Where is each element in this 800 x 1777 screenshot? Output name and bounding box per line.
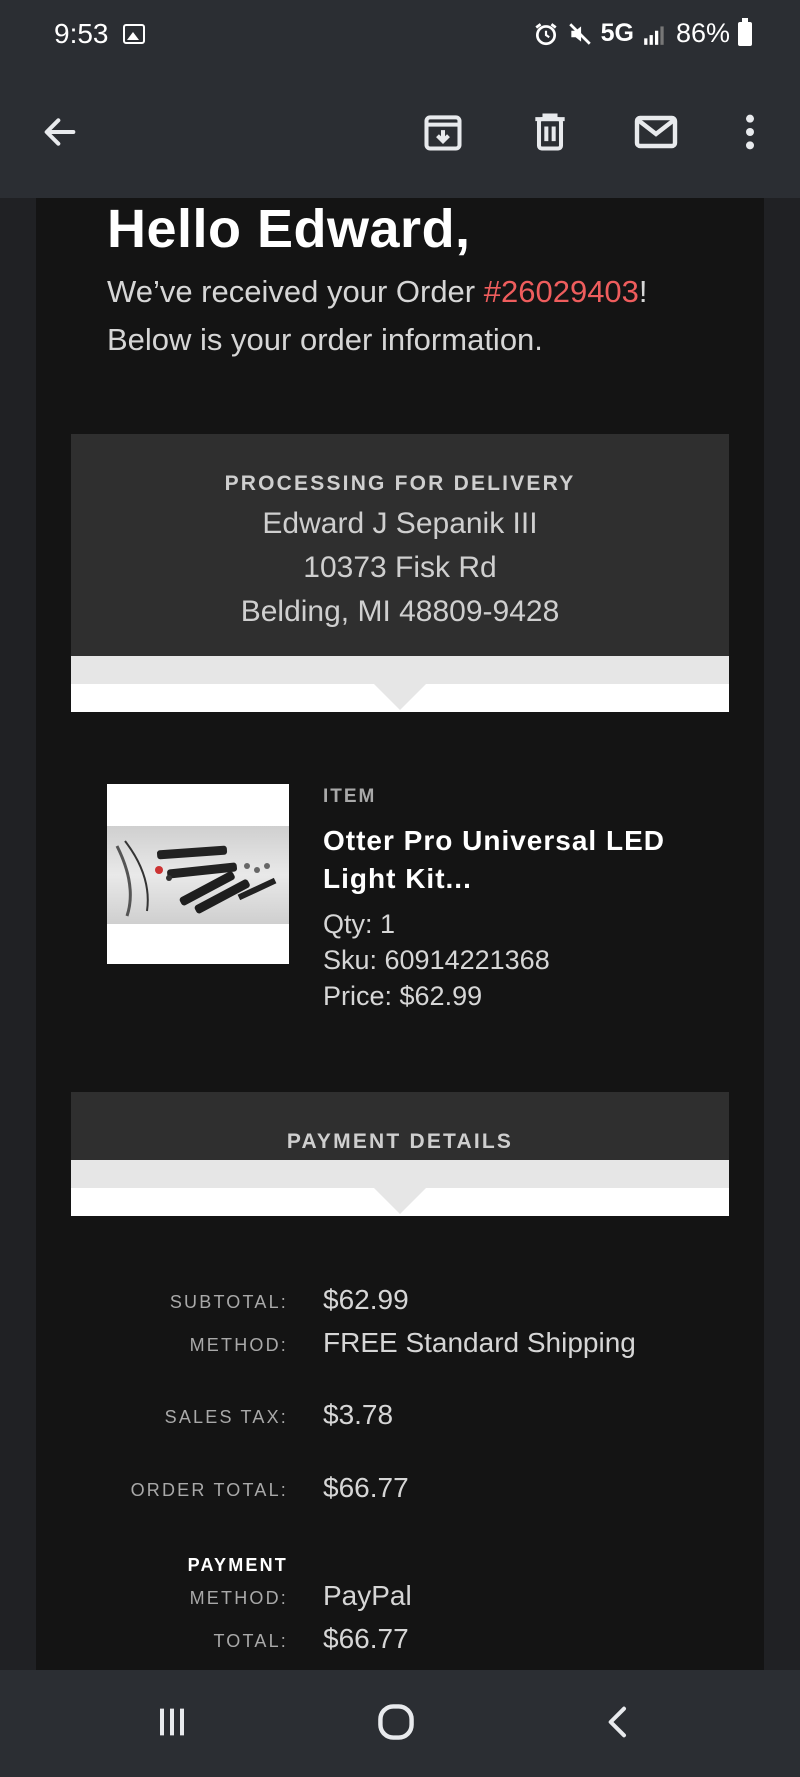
- recent-apps-icon: [160, 1708, 184, 1736]
- payment-total-label: TOTAL:: [213, 1631, 288, 1651]
- item-price: Price: $62.99: [323, 981, 483, 1011]
- home-button[interactable]: [361, 1692, 431, 1752]
- payment-method-row: METHOD: PayPal: [36, 1580, 764, 1620]
- delivery-heading: PROCESSING FOR DELIVERY: [224, 472, 576, 495]
- payment-method-value: PayPal: [323, 1580, 412, 1611]
- intro-text: We’ve received your Order #26029403! Bel…: [107, 268, 727, 364]
- payment-details-heading: PAYMENT DETAILS: [286, 1130, 514, 1153]
- intro-line2: Below is your order information.: [107, 322, 543, 357]
- subtotal-row: SUBTOTAL: $62.99: [36, 1284, 764, 1324]
- status-indicators: 5G 86%: [533, 17, 752, 49]
- delete-button[interactable]: [518, 100, 582, 164]
- back-button[interactable]: [28, 100, 92, 164]
- shipping-method-label: METHOD:: [189, 1335, 288, 1355]
- order-total-row: ORDER TOTAL: $66.77: [36, 1472, 764, 1512]
- item-name-line1: Otter Pro Universal LED: [323, 825, 665, 856]
- shipping-method-value: FREE Standard Shipping: [323, 1327, 636, 1358]
- section-divider: [71, 1160, 729, 1216]
- payment-details-section: PAYMENT DETAILS: [71, 1092, 729, 1160]
- subtotal-value: $62.99: [323, 1284, 409, 1315]
- more-options-button[interactable]: [718, 100, 782, 164]
- payment-total-value: $66.77: [323, 1623, 409, 1654]
- nav-back-button[interactable]: [584, 1692, 654, 1752]
- shipping-method-row: METHOD: FREE Standard Shipping: [36, 1327, 764, 1367]
- shipping-address: Edward J Sepanik III 10373 Fisk Rd Beldi…: [71, 502, 729, 634]
- status-time: 9:53: [54, 18, 109, 49]
- item-qty: Qty: 1: [323, 909, 396, 939]
- app-bar: [0, 72, 800, 198]
- intro-prefix: We’ve received your Order: [107, 274, 484, 309]
- battery-icon: [738, 17, 752, 46]
- greeting: Hello Edward,: [107, 199, 471, 259]
- delete-icon: [535, 113, 565, 151]
- email-body: Hello Edward, We’ve received your Order …: [36, 198, 764, 1670]
- intro-suffix: !: [638, 274, 648, 309]
- archive-icon: [424, 115, 462, 151]
- product-image[interactable]: [107, 784, 289, 964]
- order-number-link[interactable]: #26029403: [484, 274, 639, 309]
- subtotal-label: SUBTOTAL:: [169, 1292, 288, 1312]
- back-icon: [608, 1706, 626, 1738]
- sales-tax-row: SALES TAX: $3.78: [36, 1399, 764, 1439]
- network-type: 5G: [600, 19, 634, 47]
- email-content[interactable]: Hello Edward, We’ve received your Order …: [0, 198, 800, 1670]
- item-name[interactable]: Otter Pro Universal LED Light Kit...: [323, 822, 703, 898]
- payment-total-row: TOTAL: $66.77: [36, 1623, 764, 1663]
- address-name: Edward J Sepanik III: [262, 507, 538, 540]
- alarm-icon: [535, 22, 557, 45]
- item-details: Qty: 1 Sku: 60914221368 Price: $62.99: [323, 906, 550, 1014]
- order-total-label: ORDER TOTAL:: [130, 1480, 288, 1500]
- more-options-icon: [746, 114, 754, 150]
- payment-heading: PAYMENT: [187, 1555, 288, 1575]
- item-label: ITEM: [323, 786, 377, 807]
- order-total-value: $66.77: [323, 1472, 409, 1503]
- back-arrow-icon: [44, 118, 76, 146]
- battery-percent: 86%: [675, 18, 730, 48]
- address-street: 10373 Fisk Rd: [303, 551, 497, 584]
- home-icon: [378, 1704, 414, 1740]
- recent-apps-button[interactable]: [137, 1692, 207, 1752]
- sales-tax-label: SALES TAX:: [164, 1407, 288, 1427]
- sales-tax-value: $3.78: [323, 1399, 394, 1430]
- mute-icon: [568, 22, 591, 45]
- payment-method-label: METHOD:: [189, 1588, 288, 1608]
- item-name-line2: Light Kit...: [323, 863, 472, 894]
- delivery-section: PROCESSING FOR DELIVERY Edward J Sepanik…: [71, 434, 729, 656]
- item-sku: Sku: 60914221368: [323, 945, 550, 975]
- mark-unread-icon: [634, 115, 678, 149]
- archive-button[interactable]: [411, 100, 475, 164]
- signal-icon: [644, 25, 664, 45]
- mark-unread-button[interactable]: [624, 100, 688, 164]
- status-bar: 9:53 5G 86%: [0, 0, 800, 72]
- system-nav-bar: [0, 1670, 800, 1777]
- address-city: Belding, MI 48809-9428: [240, 595, 560, 628]
- image-icon: [123, 24, 145, 44]
- section-divider: [71, 656, 729, 712]
